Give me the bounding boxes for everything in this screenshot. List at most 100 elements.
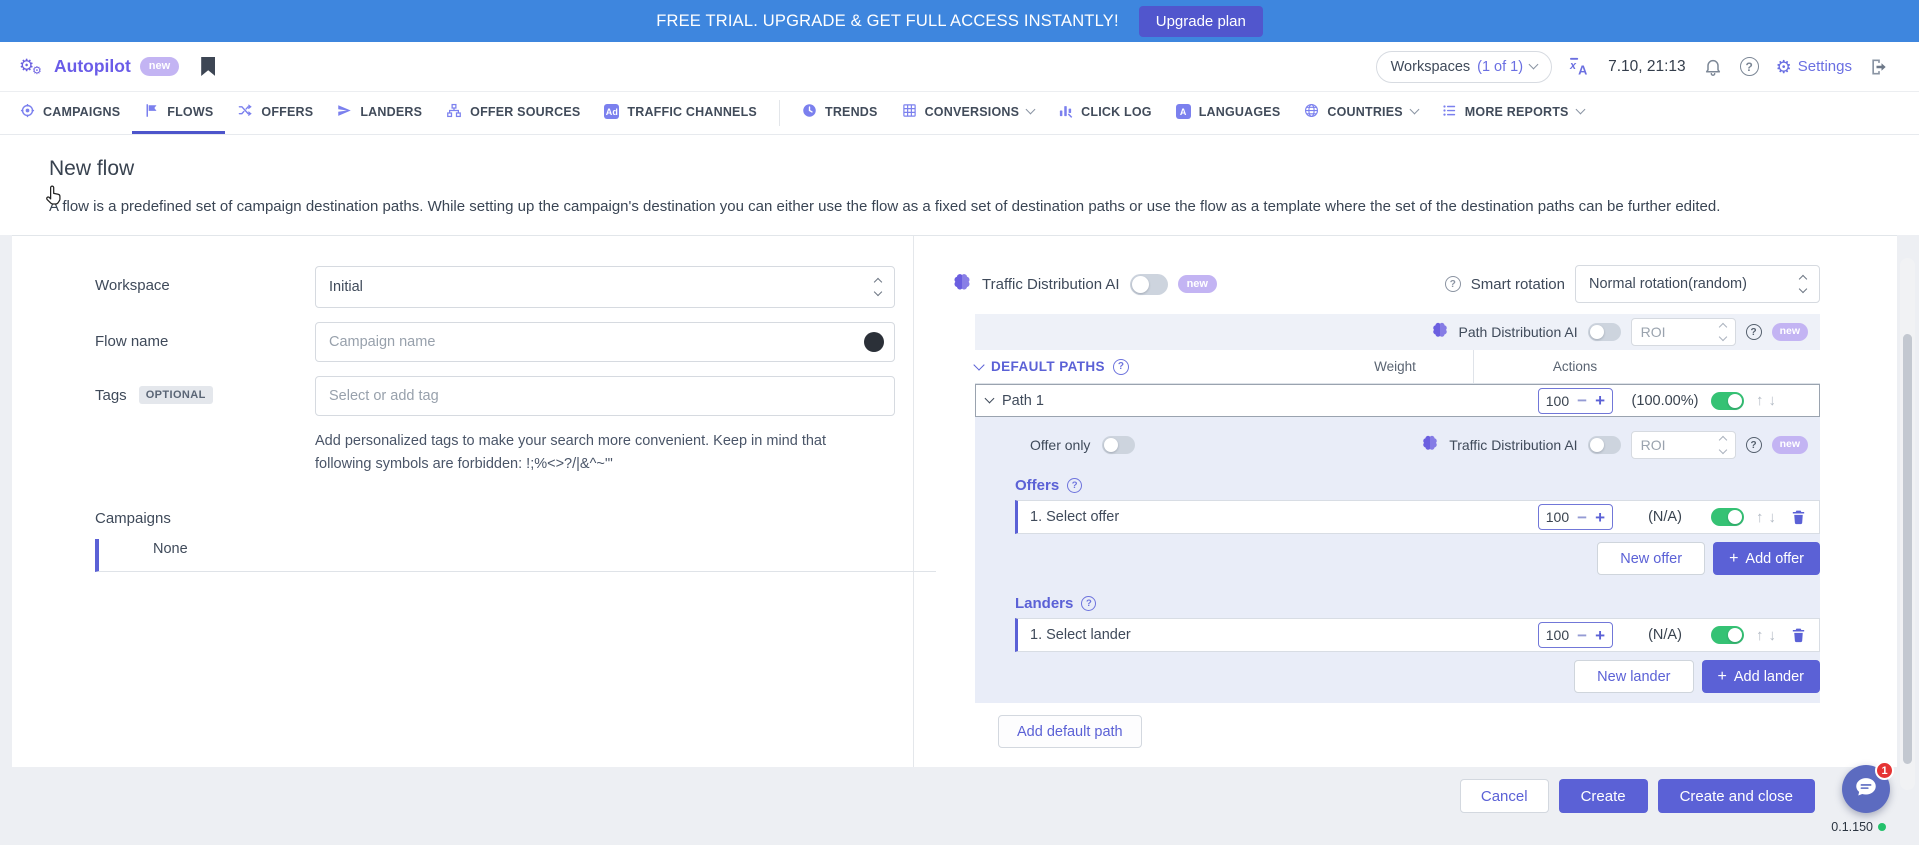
chevron-down-icon[interactable]: [973, 359, 984, 370]
bookmark-icon[interactable]: [201, 57, 215, 76]
delete-lander-icon[interactable]: [1790, 626, 1807, 644]
workspaces-label: Workspaces: [1391, 59, 1471, 75]
logout-icon[interactable]: [1869, 57, 1889, 77]
workspace-select[interactable]: Initial: [315, 266, 895, 308]
tags-input[interactable]: [315, 376, 895, 416]
path-name: Path 1: [1002, 393, 1044, 409]
path-enabled-toggle[interactable]: [1711, 392, 1744, 410]
upgrade-plan-button[interactable]: Upgrade plan: [1139, 6, 1263, 37]
delete-offer-icon[interactable]: [1790, 508, 1807, 526]
add-offer-button[interactable]: + Add offer: [1713, 542, 1820, 575]
workspaces-selector[interactable]: Workspaces (1 of 1): [1376, 51, 1552, 83]
color-picker-dot[interactable]: [864, 332, 884, 352]
nav-item-offers[interactable]: OFFERS: [225, 92, 325, 134]
move-down-icon[interactable]: ↓: [1769, 627, 1777, 644]
settings-button[interactable]: ⚙ Settings: [1776, 58, 1852, 76]
offers-section-title: Offers ?: [1015, 477, 1820, 494]
weight-input[interactable]: 100 − +: [1538, 504, 1613, 530]
path-row[interactable]: Path 1 100 − + (100.00%) ↑ ↓: [975, 384, 1820, 417]
offer-enabled-toggle[interactable]: [1711, 508, 1744, 526]
offer-row[interactable]: 1. Select offer 100 − + (N/A): [1015, 500, 1820, 534]
datetime-label: 7.10, 21:13: [1608, 58, 1686, 76]
brain-icon: [1421, 434, 1439, 457]
path-ai-metric-select[interactable]: ROI: [1631, 318, 1736, 346]
add-lander-button[interactable]: + Add lander: [1702, 660, 1820, 693]
decrease-weight-button[interactable]: −: [1577, 627, 1587, 644]
version-label: 0.1.150: [1831, 820, 1886, 834]
nav-item-conversions[interactable]: CONVERSIONS: [890, 92, 1047, 134]
move-down-icon[interactable]: ↓: [1769, 509, 1777, 526]
paper-plane-icon: [337, 103, 352, 121]
brand-name: Autopilot: [54, 56, 131, 77]
nav-item-traffic-channels[interactable]: Ad TRAFFIC CHANNELS: [592, 92, 769, 134]
move-up-icon[interactable]: ↑: [1756, 392, 1764, 409]
help-icon[interactable]: ?: [1746, 324, 1762, 340]
chevron-down-icon[interactable]: [985, 394, 995, 404]
brain-icon: [952, 272, 972, 297]
move-up-icon[interactable]: ↑: [1756, 627, 1764, 644]
decrease-weight-button[interactable]: −: [1577, 392, 1587, 409]
lander-enabled-toggle[interactable]: [1711, 626, 1744, 644]
path-ai-toggle[interactable]: [1588, 323, 1621, 341]
weight-input[interactable]: 100 − +: [1538, 622, 1613, 648]
chat-widget-button[interactable]: 1: [1842, 765, 1890, 813]
nav-item-flows[interactable]: FLOWS: [132, 92, 225, 134]
nav-item-campaigns[interactable]: CAMPAIGNS: [8, 92, 132, 134]
help-icon[interactable]: ?: [1081, 596, 1096, 611]
scrollbar-thumb[interactable]: [1903, 334, 1912, 764]
new-offer-button[interactable]: New offer: [1597, 542, 1705, 575]
language-icon: A: [1176, 104, 1191, 119]
scrollbar-track[interactable]: [1900, 258, 1915, 790]
increase-weight-button[interactable]: +: [1595, 627, 1605, 644]
sitemap-icon: [446, 103, 462, 121]
help-icon[interactable]: ?: [1746, 437, 1762, 453]
offer-only-toggle[interactable]: [1102, 436, 1135, 454]
nav-divider: [779, 100, 780, 126]
decrease-weight-button[interactable]: −: [1577, 509, 1587, 526]
nav-item-languages[interactable]: A LANGUAGES: [1164, 92, 1293, 134]
help-icon[interactable]: ?: [1067, 478, 1082, 493]
weight-input[interactable]: 100 − +: [1538, 388, 1613, 414]
offer-ai-toggle[interactable]: [1588, 436, 1621, 454]
help-icon[interactable]: ?: [1445, 276, 1461, 292]
move-up-icon[interactable]: ↑: [1756, 509, 1764, 526]
help-icon[interactable]: ?: [1113, 359, 1129, 375]
flow-name-input[interactable]: [315, 322, 895, 362]
gear-icon: ⚙: [1776, 58, 1792, 76]
nav-item-landers[interactable]: LANDERS: [325, 92, 434, 134]
landers-section-title: Landers ?: [1015, 595, 1820, 612]
translate-icon[interactable]: xA: [1569, 57, 1591, 77]
new-badge: new: [1178, 275, 1217, 293]
status-dot: [1878, 823, 1886, 831]
help-icon[interactable]: ?: [1740, 57, 1759, 76]
increase-weight-button[interactable]: +: [1595, 392, 1605, 409]
nav-item-offer-sources[interactable]: OFFER SOURCES: [434, 92, 592, 134]
nav-item-click-log[interactable]: CLICK LOG: [1046, 92, 1164, 134]
cancel-button[interactable]: Cancel: [1460, 779, 1549, 813]
new-lander-button[interactable]: New lander: [1574, 660, 1693, 693]
increase-weight-button[interactable]: +: [1595, 509, 1605, 526]
create-and-close-button[interactable]: Create and close: [1658, 779, 1815, 813]
trial-banner: FREE TRIAL. UPGRADE & GET FULL ACCESS IN…: [0, 0, 1919, 42]
select-stepper-icon: [1720, 324, 1726, 340]
workspaces-count: (1 of 1): [1477, 59, 1523, 75]
lander-row[interactable]: 1. Select lander 100 − + (N/A): [1015, 618, 1820, 652]
smart-rotation-select[interactable]: Normal rotation(random): [1575, 265, 1820, 303]
notifications-bell-icon[interactable]: [1703, 56, 1723, 77]
create-button[interactable]: Create: [1559, 779, 1648, 813]
add-default-path-button[interactable]: Add default path: [998, 715, 1142, 748]
flag-icon: [144, 103, 159, 121]
offer-ai-metric-select[interactable]: ROI: [1631, 431, 1736, 459]
move-down-icon[interactable]: ↓: [1769, 392, 1777, 409]
select-stepper-icon: [1800, 276, 1806, 292]
flow-paths-panel: Traffic Distribution AI new ? Smart rota…: [914, 236, 1897, 767]
traffic-ai-toggle[interactable]: [1130, 274, 1168, 295]
nav-item-trends[interactable]: TRENDS: [790, 92, 890, 134]
page-description: A flow is a predefined set of campaign d…: [49, 194, 1869, 219]
brand-logo[interactable]: ⚙⚙ Autopilot new: [19, 55, 179, 79]
nav-item-more-reports[interactable]: MORE REPORTS: [1430, 92, 1596, 134]
offer-weight-percent: (N/A): [1619, 509, 1711, 525]
flow-settings-panel: Workspace Initial Flow name: [12, 236, 914, 767]
nav-item-countries[interactable]: COUNTRIES: [1292, 92, 1429, 134]
optional-badge: OPTIONAL: [139, 386, 213, 404]
